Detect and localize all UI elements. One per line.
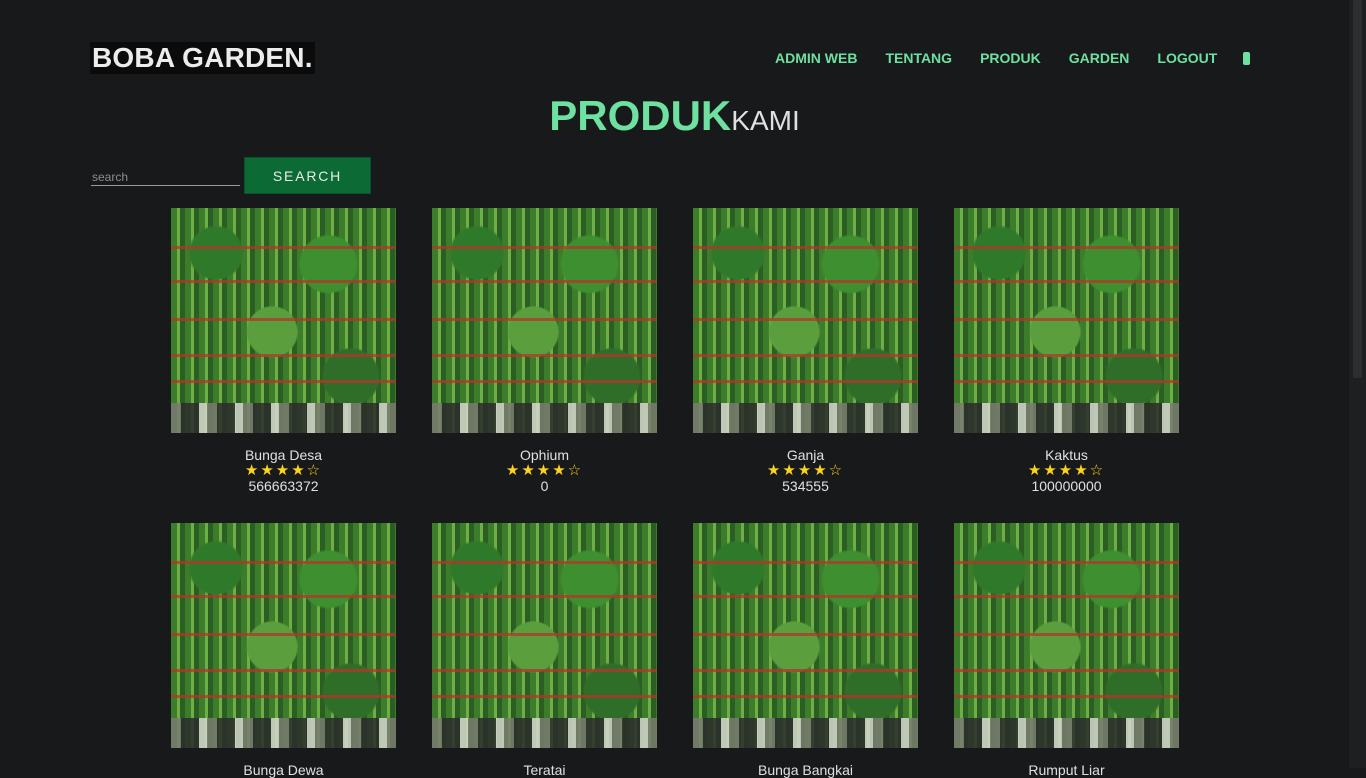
scrollbar-thumb[interactable] bbox=[1353, 0, 1362, 378]
product-name: Bunga Dewa bbox=[243, 762, 324, 778]
product-name: Teratai bbox=[523, 762, 566, 778]
product-card[interactable]: Rumput Liar bbox=[954, 523, 1179, 778]
product-name: Ganja bbox=[786, 447, 825, 463]
product-card[interactable]: Ganja ★★★★☆ 534555 bbox=[693, 208, 918, 494]
product-name: Ophium bbox=[519, 447, 570, 463]
product-rating: ★★★★☆ bbox=[1027, 462, 1106, 479]
page-title-main: PRODUK bbox=[549, 92, 732, 139]
product-rating: ★★★★☆ bbox=[505, 462, 584, 479]
nav-logout[interactable]: LOGOUT bbox=[1157, 50, 1217, 66]
phone-icon[interactable] bbox=[1243, 51, 1251, 65]
product-rating: ★★★★☆ bbox=[766, 462, 845, 479]
product-card[interactable]: Kaktus ★★★★☆ 100000000 bbox=[954, 208, 1179, 494]
product-card[interactable]: Ophium ★★★★☆ 0 bbox=[432, 208, 657, 494]
search-button[interactable]: SEARCH bbox=[244, 157, 371, 194]
product-price: 534555 bbox=[782, 478, 829, 494]
page-title: PRODUKKAMI bbox=[0, 92, 1349, 140]
product-image[interactable] bbox=[432, 208, 657, 433]
page-scrollbar[interactable] bbox=[1349, 0, 1366, 768]
product-card[interactable]: Teratai bbox=[432, 523, 657, 778]
product-image[interactable] bbox=[171, 523, 396, 748]
product-image[interactable] bbox=[432, 523, 657, 748]
nav-admin-web[interactable]: ADMIN WEB bbox=[775, 50, 857, 66]
product-card[interactable]: Bunga Dewa bbox=[171, 523, 396, 778]
product-name: Bunga Bangkai bbox=[758, 762, 853, 778]
product-card[interactable]: Bunga Desa ★★★★☆ 566663372 bbox=[171, 208, 396, 494]
nav-garden[interactable]: GARDEN bbox=[1069, 50, 1130, 66]
product-name: Bunga Desa bbox=[244, 447, 323, 463]
nav-produk[interactable]: PRODUK bbox=[980, 50, 1041, 66]
product-price: 0 bbox=[540, 478, 549, 494]
page-title-sub: KAMI bbox=[731, 105, 800, 136]
product-price: 100000000 bbox=[1031, 478, 1102, 494]
nav-tentang[interactable]: TENTANG bbox=[885, 50, 952, 66]
product-name: Kaktus bbox=[1045, 447, 1088, 463]
search-input[interactable] bbox=[91, 168, 240, 186]
product-image[interactable] bbox=[954, 523, 1179, 748]
product-price: 566663372 bbox=[248, 478, 319, 494]
brand-logo[interactable]: BOBA GARDEN. bbox=[90, 42, 315, 74]
product-image[interactable] bbox=[954, 208, 1179, 433]
product-image[interactable] bbox=[693, 523, 918, 748]
product-image[interactable] bbox=[693, 208, 918, 433]
product-name: Rumput Liar bbox=[1028, 762, 1105, 778]
product-rating: ★★★★☆ bbox=[244, 462, 323, 479]
main-nav: ADMIN WEB TENTANG PRODUK GARDEN LOGOUT bbox=[775, 50, 1251, 66]
product-card[interactable]: Bunga Bangkai bbox=[693, 523, 918, 778]
product-image[interactable] bbox=[171, 208, 396, 433]
